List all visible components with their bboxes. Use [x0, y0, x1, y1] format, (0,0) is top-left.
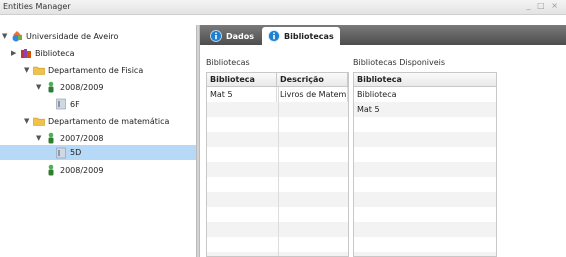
bibliotecas-grid[interactable]: Biblioteca Descrição Mat 5 Livros de Mat… [206, 72, 349, 257]
cell-biblioteca: Biblioteca [357, 90, 397, 99]
tree-item-label: 2008/2009 [60, 82, 104, 92]
title-bar: Entities Manager _ □ × [0, 0, 566, 15]
table-row [354, 252, 496, 256]
table-row [354, 207, 496, 222]
tree-item-biblioteca[interactable]: ▶ Biblioteca [11, 45, 75, 61]
window-controls[interactable]: _ □ × [527, 1, 560, 10]
tree-item-label: Departamento de matemática [48, 116, 170, 126]
table-row [354, 147, 496, 162]
table-row[interactable]: Biblioteca [354, 87, 496, 102]
table-row [354, 162, 496, 177]
cell-biblioteca: Mat 5 [207, 87, 277, 102]
grid-body: Biblioteca Mat 5 [354, 87, 496, 256]
tree-item-label: 5D [70, 148, 82, 157]
person-icon [45, 164, 57, 176]
tab-dados[interactable]: Dados [204, 27, 260, 45]
tab-bar: Dados Bibliotecas [200, 25, 566, 45]
entity-tree: ▼ Universidade de Aveiro ▶ Biblioteca ▼ … [0, 25, 196, 257]
bibliotecas-disponiveis-label: Bibliotecas Disponiveis [353, 58, 446, 67]
tree-item-label: Departamento de Fisica [48, 65, 144, 75]
expand-arrow-icon[interactable]: ▼ [2, 32, 9, 40]
tree-item-5d[interactable]: 5D [0, 145, 196, 160]
cell-biblioteca: Mat 5 [357, 105, 380, 114]
column-header-biblioteca[interactable]: Biblioteca [354, 73, 496, 87]
entities-manager-window: Entities Manager _ □ × ▼ Universidade de… [0, 0, 566, 257]
table-row [354, 237, 496, 252]
expand-arrow-icon[interactable]: ▼ [36, 134, 43, 142]
person-icon [45, 132, 57, 144]
tree-item-2007-2008[interactable]: ▼ 2007/2008 [36, 130, 103, 146]
tree-item-label: Biblioteca [35, 48, 75, 58]
person-icon [45, 81, 57, 93]
column-divider [278, 87, 279, 256]
table-row[interactable]: Mat 5 [354, 102, 496, 117]
tree-item-2008-2009-mat[interactable]: 2008/2009 [45, 162, 103, 178]
expand-arrow-icon[interactable]: ▼ [24, 117, 31, 125]
info-icon [210, 30, 222, 42]
tree-item-6f[interactable]: 6F [55, 96, 80, 112]
books-icon [20, 47, 32, 59]
tab-content-bibliotecas: Bibliotecas Bibliotecas Disponiveis Bibl… [200, 45, 566, 257]
window-title: Entities Manager [3, 2, 71, 11]
tree-item-2008-2009[interactable]: ▼ 2008/2009 [36, 79, 103, 95]
tree-item-label: 2008/2009 [60, 165, 104, 175]
expand-arrow-icon[interactable]: ▶ [11, 49, 18, 57]
table-row [354, 117, 496, 132]
tree-item-universidade[interactable]: ▼ Universidade de Aveiro [2, 28, 118, 44]
university-icon [11, 30, 23, 42]
tab-label: Bibliotecas [284, 31, 334, 41]
class-icon [55, 147, 67, 159]
cell-descricao: Livros de Matem [277, 87, 348, 102]
bibliotecas-label: Bibliotecas [206, 58, 250, 67]
table-row [354, 132, 496, 147]
grid-header: Biblioteca Descrição [207, 73, 348, 87]
expand-arrow-icon[interactable]: ▼ [24, 66, 31, 74]
info-icon [268, 30, 280, 42]
table-row [354, 177, 496, 192]
bibliotecas-disponiveis-grid[interactable]: Biblioteca Biblioteca Mat 5 [353, 72, 497, 257]
tree-item-label: Universidade de Aveiro [26, 31, 119, 41]
table-row [354, 222, 496, 237]
column-header-descricao[interactable]: Descrição [277, 73, 348, 87]
folder-icon [33, 64, 45, 76]
tree-item-departamento-fisica[interactable]: ▼ Departamento de Fisica [24, 62, 143, 78]
folder-icon [33, 115, 45, 127]
grid-header: Biblioteca [354, 73, 496, 87]
expand-arrow-icon[interactable]: ▼ [36, 83, 43, 91]
tree-item-label: 6F [70, 99, 80, 109]
column-header-biblioteca[interactable]: Biblioteca [207, 73, 277, 87]
tree-item-departamento-matematica[interactable]: ▼ Departamento de matemática [24, 113, 169, 129]
tab-bibliotecas[interactable]: Bibliotecas [262, 27, 340, 45]
table-row [354, 192, 496, 207]
tree-item-label: 2007/2008 [60, 133, 104, 143]
class-icon [55, 98, 67, 110]
tab-label: Dados [226, 31, 255, 41]
